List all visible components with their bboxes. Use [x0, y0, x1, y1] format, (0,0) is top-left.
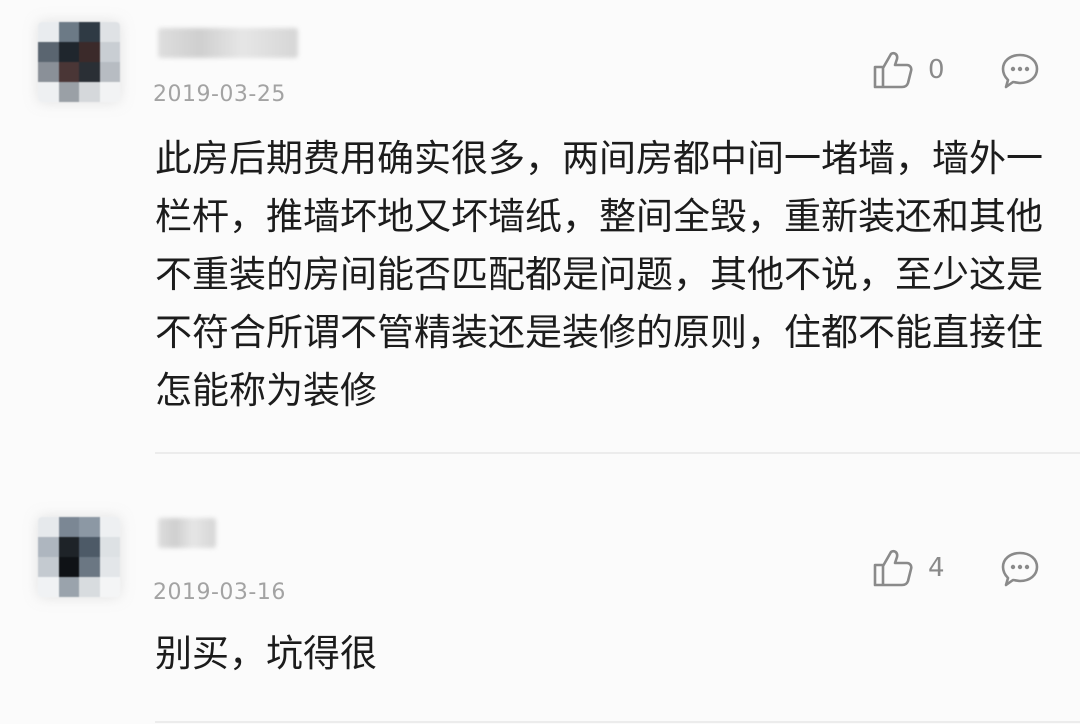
like-count: 0	[928, 55, 945, 85]
comment-text: 别买，坑得很	[155, 632, 377, 675]
divider	[155, 721, 1080, 723]
comment-text: 此房后期费用确实很多，两间房都中间一堵墙，墙外一栏杆，推墙坏地又坏墙纸，整间全毁…	[155, 137, 1043, 412]
comment-date: 2019-03-16	[153, 580, 286, 605]
comment-bubble-icon	[1001, 551, 1039, 587]
like-button[interactable]: 4	[872, 548, 945, 588]
comment-item: 2019-03-16 4 别买，坑得很	[0, 455, 1080, 724]
divider	[155, 452, 1080, 454]
reply-button[interactable]	[1000, 550, 1040, 592]
username-redacted[interactable]	[158, 518, 216, 548]
avatar[interactable]	[38, 22, 120, 102]
thumbs-up-icon	[873, 549, 913, 587]
username-redacted[interactable]	[158, 28, 298, 58]
comment-item: 2019-03-25 0 此房后期费用确实很多，两间房都中间一堵墙，墙外一栏杆，…	[0, 0, 1080, 455]
like-button[interactable]: 0	[872, 50, 945, 90]
like-count: 4	[928, 553, 945, 583]
avatar[interactable]	[38, 517, 120, 597]
thumbs-up-icon	[873, 51, 913, 89]
comment-date: 2019-03-25	[153, 82, 286, 107]
comment-bubble-icon	[1001, 53, 1039, 89]
reply-button[interactable]	[1000, 52, 1040, 94]
